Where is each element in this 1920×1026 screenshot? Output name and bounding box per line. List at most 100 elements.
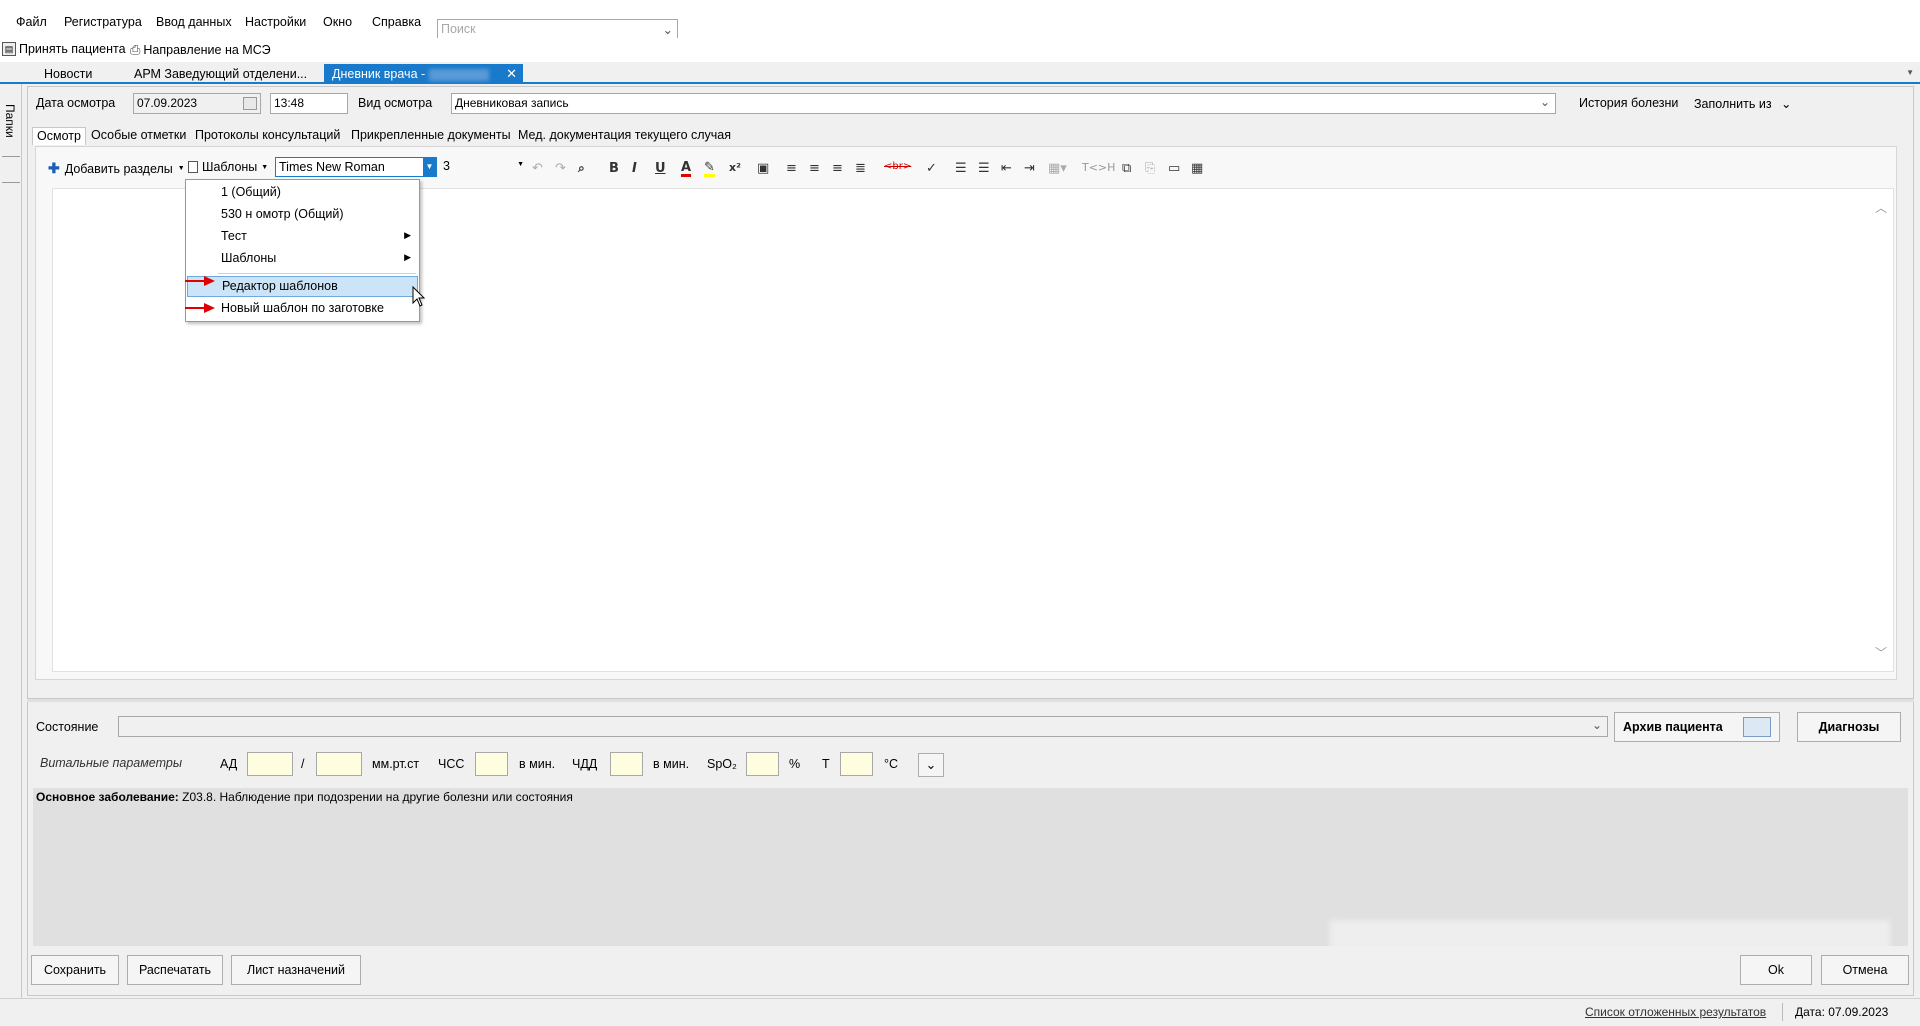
temperature-label: Т <box>822 757 830 771</box>
tab-news[interactable]: Новости <box>36 64 100 84</box>
menu-item-template-530n[interactable]: 530 н омотр (Общий) <box>186 204 419 225</box>
table-icon[interactable]: ▦ <box>1191 161 1203 176</box>
clear-format-icon[interactable]: <br> <box>884 161 911 172</box>
submenu-arrow-icon: ▶ <box>404 252 411 262</box>
ad-diastolic-input[interactable] <box>316 752 362 776</box>
spo2-unit: % <box>789 757 801 771</box>
bold-icon[interactable]: B <box>609 161 619 176</box>
diagnosis-text: Z03.8. Наблюдение при подозрении на друг… <box>182 790 573 804</box>
superscript-icon[interactable]: x² <box>729 161 741 174</box>
chevron-down-icon[interactable]: ▼ <box>423 158 436 176</box>
ad-label: АД <box>220 757 238 771</box>
spo2-input[interactable] <box>746 752 779 776</box>
document-tabs: Новости АРМ Заведующий отделени... Дневн… <box>0 62 1920 84</box>
templates-label: Шаблоны <box>202 160 258 174</box>
exam-time-field[interactable]: 13:48 <box>270 93 348 114</box>
numbered-list-icon[interactable]: ☰ <box>955 161 967 176</box>
align-justify-icon[interactable]: ≣ <box>855 161 866 176</box>
add-sections-button[interactable]: ✚ Добавить разделы ▼ <box>48 160 185 177</box>
align-center-icon[interactable]: ≡ <box>809 161 820 176</box>
field-icon[interactable]: ▭ <box>1168 161 1180 176</box>
patient-archive-button[interactable]: Архив пациента <box>1614 712 1780 742</box>
scroll-up-icon[interactable]: ︿ <box>1875 199 1887 216</box>
templates-button[interactable]: Шаблоны ▼ <box>188 160 268 174</box>
deferred-results-link[interactable]: Список отложенных результатов <box>1585 1005 1766 1019</box>
tab-exam[interactable]: Осмотр <box>32 127 86 145</box>
align-left-icon[interactable]: ≡ <box>786 161 797 176</box>
tab-med-documentation[interactable]: Мед. документация текущего случая <box>514 127 735 145</box>
outdent-icon[interactable]: ⇤ <box>1001 161 1012 176</box>
folders-strip[interactable]: Папки <box>0 84 22 998</box>
hr-input[interactable] <box>475 752 508 776</box>
temperature-input[interactable] <box>840 752 873 776</box>
menu-item-test[interactable]: Тест ▶ <box>186 226 419 247</box>
state-select[interactable]: ⌄ <box>118 716 1608 737</box>
find-icon[interactable]: ⌕ <box>578 161 585 176</box>
menu-item-template-editor[interactable]: Редактор шаблонов <box>187 276 418 297</box>
cancel-button[interactable]: Отмена <box>1821 955 1909 985</box>
close-icon[interactable]: ✕ <box>506 66 517 82</box>
search-input[interactable]: Поиск ⌄ <box>437 19 678 40</box>
underline-icon[interactable]: U <box>655 161 666 176</box>
history-button[interactable]: История болезни <box>1579 96 1678 110</box>
font-size-select[interactable]: 3 ▼ <box>440 157 526 177</box>
font-color-icon[interactable]: A <box>681 161 692 177</box>
fill-from-button[interactable]: Заполнить из ⌄ <box>1694 96 1792 111</box>
vitals-expand-button[interactable]: ⌄ <box>918 753 944 777</box>
align-right-icon[interactable]: ≡ <box>832 161 843 176</box>
menu-data-entry[interactable]: Ввод данных <box>156 15 232 29</box>
ok-button[interactable]: Ok <box>1740 955 1812 985</box>
scroll-down-icon[interactable]: ﹀ <box>1875 644 1887 661</box>
exam-type-select[interactable]: Дневниковая запись ⌄ <box>451 93 1556 114</box>
mouse-cursor-icon <box>412 286 426 307</box>
redo-icon[interactable]: ↷ <box>555 161 566 176</box>
tab-doctor-diary[interactable]: Дневник врача - ✕ <box>324 64 523 84</box>
menu-registry[interactable]: Регистратура <box>64 15 142 29</box>
ad-slash: / <box>301 757 305 771</box>
indent-icon[interactable]: ⇥ <box>1024 161 1035 176</box>
bullet-list-icon[interactable]: ☰ <box>978 161 990 176</box>
highlight-icon[interactable]: ✎ <box>704 161 715 177</box>
italic-icon[interactable]: I <box>632 161 637 176</box>
chevron-down-icon[interactable]: ⌄ <box>663 22 673 37</box>
tab-special-marks[interactable]: Особые отметки <box>87 127 190 145</box>
dropdown-arrow-icon: ▼ <box>517 161 524 168</box>
prescriptions-button[interactable]: Лист назначений <box>231 955 361 985</box>
font-family-select[interactable]: Times New Roman ▼ <box>275 157 437 177</box>
menu-separator <box>218 273 416 274</box>
menu-file[interactable]: Файл <box>16 15 47 29</box>
tabs-overflow-icon[interactable]: ▼ <box>1906 68 1914 77</box>
undo-icon[interactable]: ↶ <box>532 161 543 176</box>
menu-help[interactable]: Справка <box>372 15 421 29</box>
exam-date-label: Дата осмотра <box>36 96 116 110</box>
red-arrow-annotation-icon <box>185 303 215 313</box>
menu-window[interactable]: Окно <box>323 15 352 29</box>
diagnoses-button[interactable]: Диагнозы <box>1797 712 1901 742</box>
save-button[interactable]: Сохранить <box>31 955 119 985</box>
exam-type-label: Вид осмотра <box>358 96 433 110</box>
mse-referral-button[interactable]: ⎙ Направление на МСЭ <box>130 42 271 58</box>
add-sections-label: Добавить разделы <box>64 161 173 176</box>
rr-input[interactable] <box>610 752 643 776</box>
calendar-icon[interactable] <box>243 97 257 110</box>
mse-referral-label: Направление на МСЭ <box>143 43 271 57</box>
menu-item-new-template-from-blank[interactable]: Новый шаблон по заготовке <box>186 298 419 319</box>
menu-item-templates[interactable]: Шаблоны ▶ <box>186 248 419 269</box>
tab-attached-documents[interactable]: Прикрепленные документы <box>347 127 515 145</box>
spellcheck-icon[interactable]: ✓ <box>926 161 937 176</box>
splitter[interactable] <box>27 698 1914 702</box>
print-button[interactable]: Распечатать <box>127 955 223 985</box>
rr-label: ЧДД <box>572 757 598 771</box>
menu-item-template-general-1[interactable]: 1 (Общий) <box>186 182 419 203</box>
exam-date-field[interactable]: 07.09.2023 <box>133 93 261 114</box>
insert-image-icon[interactable]: ▣ <box>757 161 769 176</box>
copy-icon[interactable]: ⧉ <box>1122 161 1131 176</box>
tab-head-department[interactable]: АРМ Заведующий отделени... <box>126 64 315 84</box>
tag-toggle-button[interactable]: T<>H <box>1082 161 1115 174</box>
paste-icon[interactable]: ⎘ <box>1145 161 1155 176</box>
accept-patient-button[interactable]: ▤ Принять пациента <box>2 42 126 56</box>
insert-table-dropdown-icon[interactable]: ▦▾ <box>1048 161 1067 176</box>
tab-consultation-protocols[interactable]: Протоколы консультаций <box>191 127 344 145</box>
ad-systolic-input[interactable] <box>247 752 293 776</box>
menu-settings[interactable]: Настройки <box>245 15 306 29</box>
